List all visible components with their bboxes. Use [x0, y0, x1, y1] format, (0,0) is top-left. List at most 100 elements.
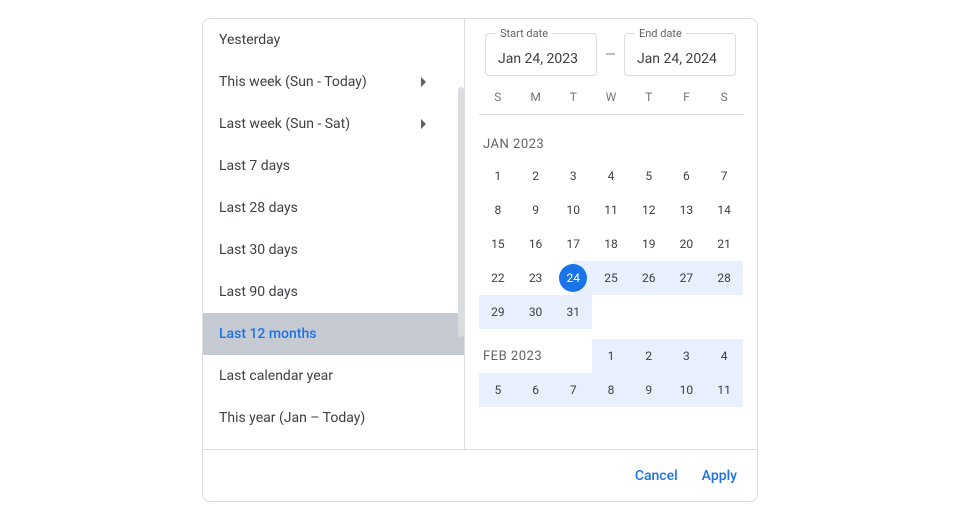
day-number: 17 — [567, 237, 581, 251]
day-number: 19 — [642, 237, 656, 251]
day-number: 5 — [645, 169, 652, 183]
preset-label: Last 28 days — [219, 200, 448, 216]
day-cell[interactable]: 31 — [554, 295, 592, 329]
day-cell[interactable]: 16 — [517, 227, 555, 261]
day-cell[interactable]: 3 — [554, 159, 592, 193]
weekday-label: S — [705, 90, 743, 104]
day-cell[interactable]: 11 — [592, 193, 630, 227]
day-cell[interactable]: 5 — [630, 159, 668, 193]
day-cell[interactable]: 13 — [668, 193, 706, 227]
day-cell[interactable]: 23 — [517, 261, 555, 295]
day-number: 14 — [717, 203, 731, 217]
day-cell[interactable]: 28 — [705, 261, 743, 295]
day-number: 7 — [570, 383, 577, 397]
day-cell[interactable]: 5 — [479, 373, 517, 407]
end-date-label: End date — [635, 27, 686, 40]
day-cell[interactable]: 29 — [479, 295, 517, 329]
day-number: 2 — [645, 349, 652, 363]
preset-item[interactable]: This week (Sun - Today) — [203, 61, 464, 103]
chevron-right-icon — [421, 119, 426, 129]
day-cell[interactable]: 25 — [592, 261, 630, 295]
day-cell[interactable]: 1 — [592, 339, 630, 373]
day-cell[interactable]: 24 — [554, 261, 592, 295]
day-number: 11 — [717, 383, 731, 397]
preset-item[interactable]: Last 12 months — [203, 313, 464, 355]
day-number: 1 — [608, 349, 615, 363]
preset-label: Last 90 days — [219, 284, 448, 300]
preset-item[interactable]: Last calendar year — [203, 355, 464, 397]
day-number: 25 — [604, 271, 618, 285]
day-cell[interactable]: 9 — [630, 373, 668, 407]
date-inputs-row: Start date Jan 24, 2023 — End date Jan 2… — [465, 19, 757, 76]
preset-label: This year (Jan – Today) — [219, 410, 448, 426]
day-cell[interactable]: 20 — [668, 227, 706, 261]
day-cell[interactable]: 6 — [517, 373, 555, 407]
day-cell[interactable]: 6 — [668, 159, 706, 193]
day-number: 31 — [567, 305, 581, 319]
cancel-button[interactable]: Cancel — [635, 468, 678, 484]
day-cell[interactable]: 10 — [668, 373, 706, 407]
day-cell[interactable]: 19 — [630, 227, 668, 261]
day-number: 7 — [721, 169, 728, 183]
day-cell[interactable]: 18 — [592, 227, 630, 261]
end-date-field[interactable]: End date Jan 24, 2024 — [624, 33, 736, 76]
preset-item[interactable]: This year (Jan – Today) — [203, 397, 464, 439]
day-cell[interactable]: 10 — [554, 193, 592, 227]
day-cell[interactable]: 2 — [517, 159, 555, 193]
preset-label: Yesterday — [219, 32, 448, 48]
day-cell[interactable]: 3 — [668, 339, 706, 373]
month-label: JAN 2023 — [479, 125, 743, 159]
preset-label: This week (Sun - Today) — [219, 74, 421, 90]
day-cell[interactable]: 7 — [705, 159, 743, 193]
day-cell[interactable]: 11 — [705, 373, 743, 407]
day-cell[interactable]: 26 — [630, 261, 668, 295]
day-number: 16 — [529, 237, 543, 251]
main-area: Yesterday This week (Sun - Today) Last wee… — [203, 19, 757, 449]
day-cell[interactable]: 30 — [517, 295, 555, 329]
preset-item[interactable]: Last 7 days — [203, 145, 464, 187]
day-cell[interactable]: 8 — [479, 193, 517, 227]
day-cell[interactable]: 21 — [705, 227, 743, 261]
month-block: FEB 20231234567891011 — [479, 339, 743, 407]
day-cell[interactable]: 15 — [479, 227, 517, 261]
preset-item[interactable]: Last 90 days — [203, 271, 464, 313]
weekday-header: SMTWTFS — [479, 90, 743, 115]
start-date-value: Jan 24, 2023 — [498, 51, 578, 67]
day-number: 6 — [683, 169, 690, 183]
day-number: 3 — [683, 349, 690, 363]
day-number: 28 — [717, 271, 731, 285]
start-date-field[interactable]: Start date Jan 24, 2023 — [485, 33, 597, 76]
preset-label: Last calendar year — [219, 368, 448, 384]
day-cell[interactable]: 7 — [554, 373, 592, 407]
presets-scrollbar[interactable] — [458, 87, 464, 337]
day-number: 23 — [529, 271, 543, 285]
day-cell[interactable]: 17 — [554, 227, 592, 261]
day-cell[interactable]: 27 — [668, 261, 706, 295]
day-cell[interactable]: 8 — [592, 373, 630, 407]
calendar-panel: Start date Jan 24, 2023 — End date Jan 2… — [465, 19, 757, 449]
weekday-label: S — [479, 90, 517, 104]
preset-item[interactable]: Last 30 days — [203, 229, 464, 271]
day-number: 4 — [608, 169, 615, 183]
day-number: 20 — [680, 237, 694, 251]
apply-button[interactable]: Apply — [702, 468, 737, 484]
weekday-label: M — [517, 90, 555, 104]
day-number: 15 — [491, 237, 505, 251]
day-cell[interactable]: 9 — [517, 193, 555, 227]
day-number: 21 — [717, 237, 731, 251]
day-cell[interactable]: 4 — [705, 339, 743, 373]
day-cell[interactable]: 22 — [479, 261, 517, 295]
weekday-label: F — [668, 90, 706, 104]
preset-item[interactable]: Last 28 days — [203, 187, 464, 229]
day-cell[interactable]: 2 — [630, 339, 668, 373]
day-number: 10 — [680, 383, 694, 397]
day-cell[interactable]: 4 — [592, 159, 630, 193]
day-cell[interactable]: 1 — [479, 159, 517, 193]
preset-label: Last 7 days — [219, 158, 448, 174]
day-cell[interactable]: 12 — [630, 193, 668, 227]
preset-item[interactable]: Last week (Sun - Sat) — [203, 103, 464, 145]
day-number: 1 — [494, 169, 501, 183]
preset-item[interactable]: Yesterday — [203, 19, 464, 61]
day-number: 8 — [608, 383, 615, 397]
day-cell[interactable]: 14 — [705, 193, 743, 227]
